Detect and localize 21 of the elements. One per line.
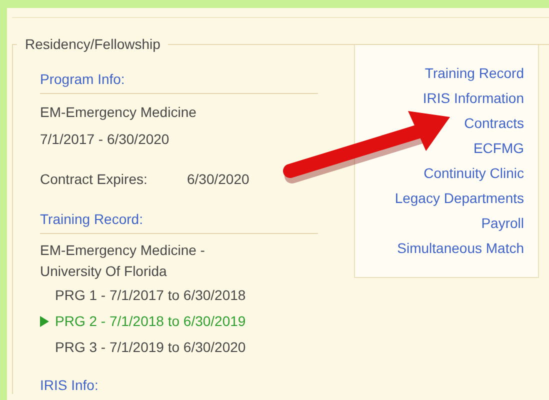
section-heading: IRIS Info: — [40, 377, 98, 393]
nav-link[interactable]: IRIS Information — [422, 86, 524, 111]
section-heading: Training Record: — [40, 211, 143, 227]
program-text: 7/1/2017 - 6/30/2020 — [40, 130, 170, 149]
contract-label: Contract Expires: — [40, 170, 148, 189]
training-text: University Of Florida — [40, 262, 168, 281]
nav-link[interactable]: Payroll — [481, 211, 524, 236]
training-text: EM-Emergency Medicine - — [40, 241, 206, 260]
contract-date: 6/30/2020 — [187, 170, 250, 189]
section-title: Residency/Fellowship — [25, 36, 160, 52]
nav-link[interactable]: Contracts — [464, 111, 524, 136]
nav-link[interactable]: Training Record — [424, 61, 524, 86]
nav-link[interactable]: Legacy Departments — [394, 186, 524, 211]
nav-link[interactable]: ECFMG — [473, 136, 524, 161]
nav-link[interactable]: Simultaneous Match — [397, 236, 524, 261]
period-item[interactable]: PRG 2 - 7/1/2018 to 6/30/2019 — [55, 310, 246, 332]
period-item[interactable]: PRG 3 - 7/1/2019 to 6/30/2020 — [55, 336, 246, 358]
period-item[interactable]: PRG 1 - 7/1/2017 to 6/30/2018 — [55, 284, 246, 306]
section-heading: Program Info: — [40, 71, 125, 87]
program-text: EM-Emergency Medicine — [40, 103, 198, 122]
nav-link[interactable]: Continuity Clinic — [424, 161, 524, 186]
